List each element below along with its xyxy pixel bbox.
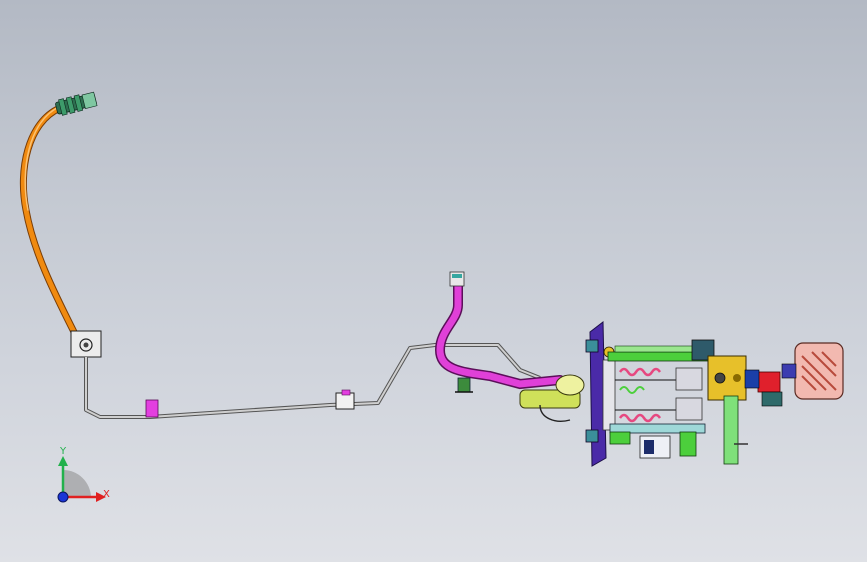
tube-clip-magenta[interactable] (145, 399, 159, 418)
pedal-pad[interactable] (781, 342, 844, 400)
pedal-arm[interactable] (723, 395, 748, 465)
orange-cable[interactable] (19, 104, 82, 344)
return-springs[interactable] (618, 367, 662, 423)
graphics-viewport[interactable]: Y X (0, 0, 867, 562)
hose-clamp[interactable] (455, 377, 473, 393)
brake-light-switch[interactable] (744, 369, 783, 407)
assembly-model[interactable]: Y X (0, 0, 867, 562)
x-axis-label: X (103, 489, 110, 500)
switch-box[interactable] (639, 431, 697, 459)
y-axis-arrowhead (58, 456, 68, 466)
coordinate-triad: Y X (57, 446, 110, 503)
cable-end-fitting[interactable] (55, 91, 98, 116)
tube-clip-white[interactable] (335, 389, 355, 410)
reservoir-hose[interactable] (434, 271, 565, 390)
pedal-bracket-yellow[interactable] (707, 355, 747, 401)
cable-bracket[interactable] (70, 330, 102, 358)
z-axis-dot (57, 491, 69, 503)
y-axis-label: Y (59, 446, 67, 457)
